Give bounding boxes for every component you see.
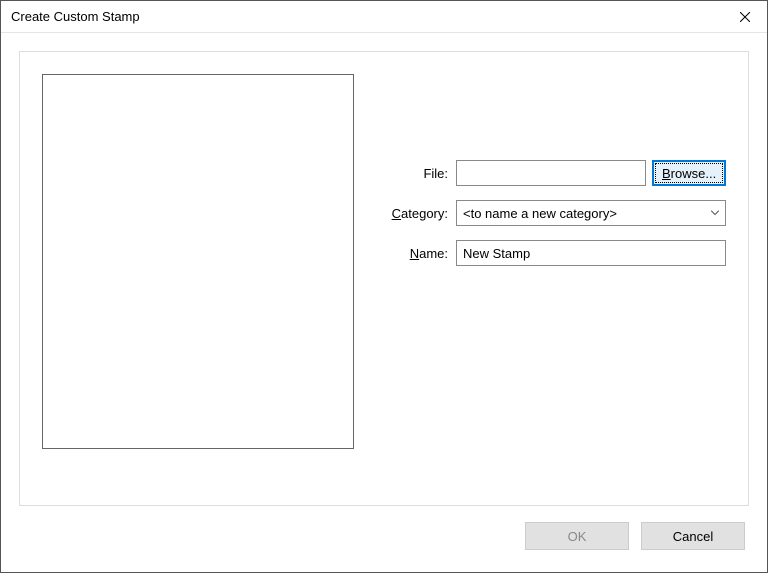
file-input[interactable] — [456, 160, 646, 186]
category-select[interactable]: <to name a new category> — [456, 200, 726, 226]
close-icon — [740, 12, 750, 22]
name-label: Name: — [376, 246, 456, 261]
stamp-preview — [42, 74, 354, 449]
name-input[interactable] — [456, 240, 726, 266]
browse-button-label: Browse... — [662, 166, 716, 181]
file-label: File: — [376, 166, 456, 181]
titlebar: Create Custom Stamp — [1, 1, 767, 33]
form-area: File: Browse... Category: <to name a new… — [376, 74, 726, 483]
browse-button[interactable]: Browse... — [652, 160, 726, 186]
create-custom-stamp-dialog: Create Custom Stamp File: Browse... C — [0, 0, 768, 573]
close-button[interactable] — [723, 1, 767, 33]
chevron-down-icon — [711, 211, 719, 216]
cancel-button[interactable]: Cancel — [641, 522, 745, 550]
name-row: Name: — [376, 240, 726, 266]
button-row: OK Cancel — [19, 506, 749, 560]
category-row: Category: <to name a new category> — [376, 200, 726, 226]
category-label: Category: — [376, 206, 456, 221]
dialog-title: Create Custom Stamp — [11, 9, 140, 24]
group-panel: File: Browse... Category: <to name a new… — [19, 51, 749, 506]
file-row: File: Browse... — [376, 160, 726, 186]
content-area: File: Browse... Category: <to name a new… — [1, 33, 767, 572]
category-value: <to name a new category> — [463, 206, 617, 221]
ok-button[interactable]: OK — [525, 522, 629, 550]
